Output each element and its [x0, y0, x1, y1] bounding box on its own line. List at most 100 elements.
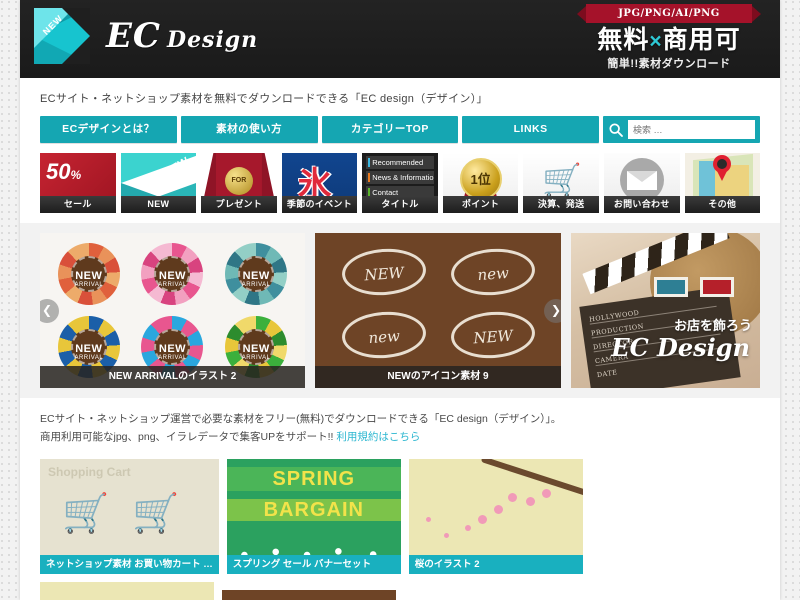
- category-tile-shipping[interactable]: 🛒 決算、発送: [523, 153, 599, 213]
- nav-item-links[interactable]: LINKS: [462, 116, 599, 143]
- description-line-2-text: 商用利用可能なjpg、png、イラレデータで集客UPをサポート!!: [40, 431, 334, 444]
- material-card-sakura[interactable]: 桜のイラスト: [40, 581, 214, 600]
- category-tiles: 50% セール NEW NEW FOR YOU プレゼント 氷 季節のイベント: [20, 143, 780, 213]
- category-tile-new[interactable]: NEW NEW: [120, 153, 197, 213]
- category-label-point: ポイント: [442, 196, 519, 213]
- spring-line-1: SPRING: [272, 467, 356, 490]
- thumb-heading: Shopping Cart: [48, 464, 131, 479]
- nav-item-howto[interactable]: 素材の使い方: [180, 116, 318, 143]
- nav-item-category-top[interactable]: カテゴリーTOP: [321, 116, 459, 143]
- category-label-title: タイトル: [362, 196, 438, 213]
- category-tile-seasonal[interactable]: 氷 季節のイベント: [281, 153, 358, 213]
- rosette-sub: ARRIVAL: [74, 354, 104, 361]
- description-line-2: 商用利用可能なjpg、png、イラレデータで集客UPをサポート!! 利用規約はこ…: [40, 428, 760, 446]
- board-line: HOLLYWOOD: [588, 308, 640, 324]
- material-card-next-row[interactable]: [586, 589, 760, 600]
- material-caption: 桜のイラスト 2: [408, 554, 583, 574]
- material-thumb-partial: [586, 589, 760, 600]
- rosette-title: NEW: [242, 270, 270, 283]
- banner-overlay-text: お店を飾ろう: [673, 318, 752, 333]
- material-card-cart[interactable]: Shopping Cart 🛒 🛒 ネットショップ素材 お買い物カート …: [40, 458, 219, 574]
- main-nav: ECデザインとは？ 素材の使い方 カテゴリーTOP LINKS: [20, 116, 780, 143]
- banner-overlay-logo: EC Design: [611, 333, 750, 362]
- material-card-next-row[interactable]: [404, 589, 578, 600]
- rosette-sub: ARRIVAL: [74, 282, 104, 289]
- category-tile-other[interactable]: その他: [684, 153, 761, 213]
- chalk-word: new: [448, 246, 537, 299]
- material-card-next-row[interactable]: [222, 589, 396, 600]
- chalk-word: NEW: [448, 308, 537, 361]
- slide-new-arrival[interactable]: NEW ARRIVAL NEW ARRIVAL NEW ARRIVAL NEW ARRI…: [40, 233, 305, 388]
- description-line-1: ECサイト・ネットショップ運営で必要な素材をフリー(無料)でダウンロードできる「…: [40, 413, 562, 425]
- category-label-contact: お問い合わせ: [603, 196, 680, 213]
- material-caption: ネットショップ素材 お買い物カート …: [40, 554, 219, 574]
- format-ribbon: JPG/PNG/AI/PNG: [577, 4, 761, 23]
- shopping-cart-icon: 🛒: [542, 162, 582, 198]
- rosette-title: NEW: [75, 342, 103, 355]
- site-page: NEW EC Design JPG/PNG/AI/PNG 無料×商用可 簡単!!素…: [20, 0, 780, 600]
- site-tagline: ECサイト・ネットショップ素材を無料でダウンロードできる「EC design（デ…: [40, 93, 488, 105]
- category-label-other: その他: [684, 196, 761, 213]
- logo-wordmark: EC Design: [106, 16, 258, 56]
- rosette-grid: NEW ARRIVAL NEW ARRIVAL NEW ARRIVAL NEW ARRI…: [40, 233, 305, 388]
- title-row-recommended: Recommended: [366, 156, 434, 169]
- rosette-badge: NEW ARRIVAL: [57, 243, 120, 306]
- promo-commercial-label: 商用可: [662, 26, 741, 54]
- promo-times-icon: ×: [649, 30, 663, 53]
- logo-text-main: EC: [106, 16, 161, 56]
- sale-percent: 50: [46, 159, 71, 184]
- material-thumb-partial: [404, 589, 578, 600]
- cart-solid-icon: 🛒: [62, 492, 110, 535]
- material-caption: スプリング セール バナーセット: [226, 554, 401, 574]
- slide-promo-banner[interactable]: HOLLYWOOD PRODUCTION DIRECTOR CAMERA DAT…: [571, 233, 760, 388]
- rosette-sub: ARRIVAL: [241, 354, 271, 361]
- site-header: NEW EC Design JPG/PNG/AI/PNG 無料×商用可 簡単!!素…: [20, 0, 780, 78]
- category-label-new: NEW: [120, 196, 197, 213]
- logo-text-sub: Design: [166, 27, 259, 53]
- sale-percent-sign: %: [70, 168, 82, 182]
- category-tile-sale[interactable]: 50% セール: [40, 153, 116, 213]
- rosette-sub: ARRIVAL: [158, 282, 187, 289]
- spring-line-2: BARGAIN: [263, 498, 364, 521]
- category-label-present: プレゼント: [201, 196, 277, 213]
- material-thumb-partial: [222, 589, 396, 600]
- material-card-sakura2[interactable]: 桜のイラスト 2: [408, 458, 583, 574]
- site-logo[interactable]: NEW EC Design: [34, 8, 258, 64]
- site-description: ECサイト・ネットショップ運営で必要な素材をフリー(無料)でダウンロードできる「…: [20, 398, 780, 455]
- chalk-word: new: [339, 308, 428, 361]
- category-label-seasonal: 季節のイベント: [281, 196, 358, 213]
- category-label-sale: セール: [40, 196, 116, 213]
- material-card-spring[interactable]: SPRING BARGAIN スプリング セール バナーセット: [226, 458, 401, 574]
- material-thumb-cart: Shopping Cart 🛒 🛒: [40, 458, 219, 555]
- rosette-sub: ARRIVAL: [241, 282, 271, 289]
- search-box[interactable]: [603, 116, 760, 143]
- search-input[interactable]: [628, 120, 755, 139]
- material-thumb-sakura: [40, 581, 214, 600]
- promo-free-label: 無料: [597, 26, 650, 54]
- promo-subtext: 簡単!!素材ダウンロード: [607, 58, 731, 71]
- flowers-decoration: [226, 528, 401, 555]
- material-thumb-sakura2: [408, 458, 583, 555]
- promo-block: JPG/PNG/AI/PNG 無料×商用可 簡単!!素材ダウンロード: [574, 4, 764, 71]
- board-line: DATE: [596, 368, 618, 380]
- material-thumb-spring: SPRING BARGAIN: [226, 458, 401, 555]
- envelope-icon: [626, 171, 657, 190]
- nav-item-about[interactable]: ECデザインとは？: [40, 116, 177, 143]
- rosette-badge: NEW ARRIVAL: [141, 243, 204, 306]
- rosette-title: NEW: [158, 270, 187, 283]
- terms-link[interactable]: 利用規約はこちら: [336, 431, 420, 443]
- gift-medal-icon: FOR YOU: [224, 167, 253, 212]
- slide-new-icons[interactable]: NEW new new NEW ❯ NEWのアイコン素材 9: [315, 233, 561, 388]
- category-label-shipping: 決算、発送: [523, 196, 599, 213]
- category-tile-contact[interactable]: お問い合わせ: [603, 153, 680, 213]
- rosette-sub: ARRIVAL: [158, 354, 187, 361]
- category-tile-point[interactable]: 1位 ポイント: [442, 153, 519, 213]
- category-tile-title[interactable]: Recommended News & Information Contact タ…: [362, 153, 438, 213]
- rosette-title: NEW: [75, 270, 103, 283]
- slider-next-button[interactable]: ❯: [544, 298, 561, 323]
- category-tile-present[interactable]: FOR YOU プレゼント: [201, 153, 277, 213]
- rank-medal-icon: 1位: [459, 158, 502, 200]
- search-icon: [609, 122, 623, 137]
- featured-slider: NEW ARRIVAL NEW ARRIVAL NEW ARRIVAL NEW ARRI…: [40, 233, 760, 388]
- promo-headline: 無料×商用可: [574, 27, 764, 53]
